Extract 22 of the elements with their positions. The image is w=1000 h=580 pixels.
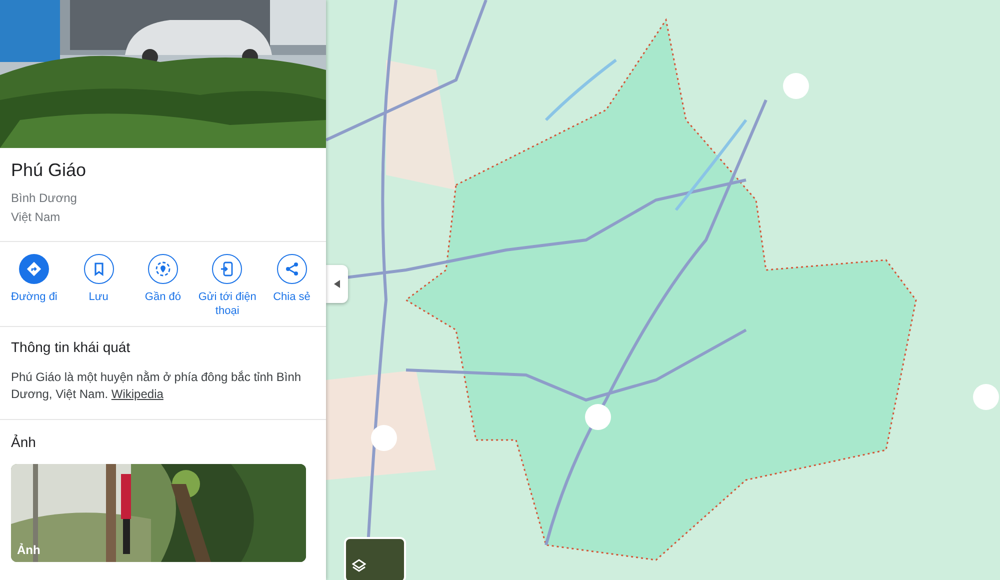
caret-icon — [334, 280, 340, 288]
place-subtitle: Việt Nam — [11, 209, 62, 226]
action-button[interactable]: Gần đó — [132, 254, 193, 318]
section-heading: Thông tin khái quát — [11, 339, 132, 355]
collapse-panel-button[interactable] — [326, 265, 348, 303]
action-button[interactable]: Lưu — [68, 254, 129, 318]
description-text: Phú Giáo là một huyện nằm ở phía đông bắc tỉnh Bình Dương, Việt Nam. Wikipedia — [11, 369, 302, 403]
action-button[interactable]: Chia sẻ — [262, 254, 322, 318]
layers-icon — [352, 559, 366, 573]
place-title: Phú Giáo — [11, 160, 88, 181]
action-button[interactable]: Đường đi — [4, 254, 64, 318]
wikipedia-link[interactable]: Wikipedia — [111, 387, 164, 401]
photo-caption: Ảnh — [17, 543, 40, 557]
share-icon — [284, 261, 300, 277]
layers-button[interactable] — [344, 537, 406, 580]
bookmark-icon — [92, 262, 106, 276]
action-button[interactable]: Gửi tới điện thoại — [197, 254, 258, 318]
section-heading: Ảnh — [11, 434, 37, 450]
photo-card[interactable]: Ảnh — [11, 464, 306, 562]
nearby-icon — [154, 261, 171, 277]
place-subtitle: Bình Dương — [11, 190, 78, 207]
phone-icon — [219, 261, 236, 277]
